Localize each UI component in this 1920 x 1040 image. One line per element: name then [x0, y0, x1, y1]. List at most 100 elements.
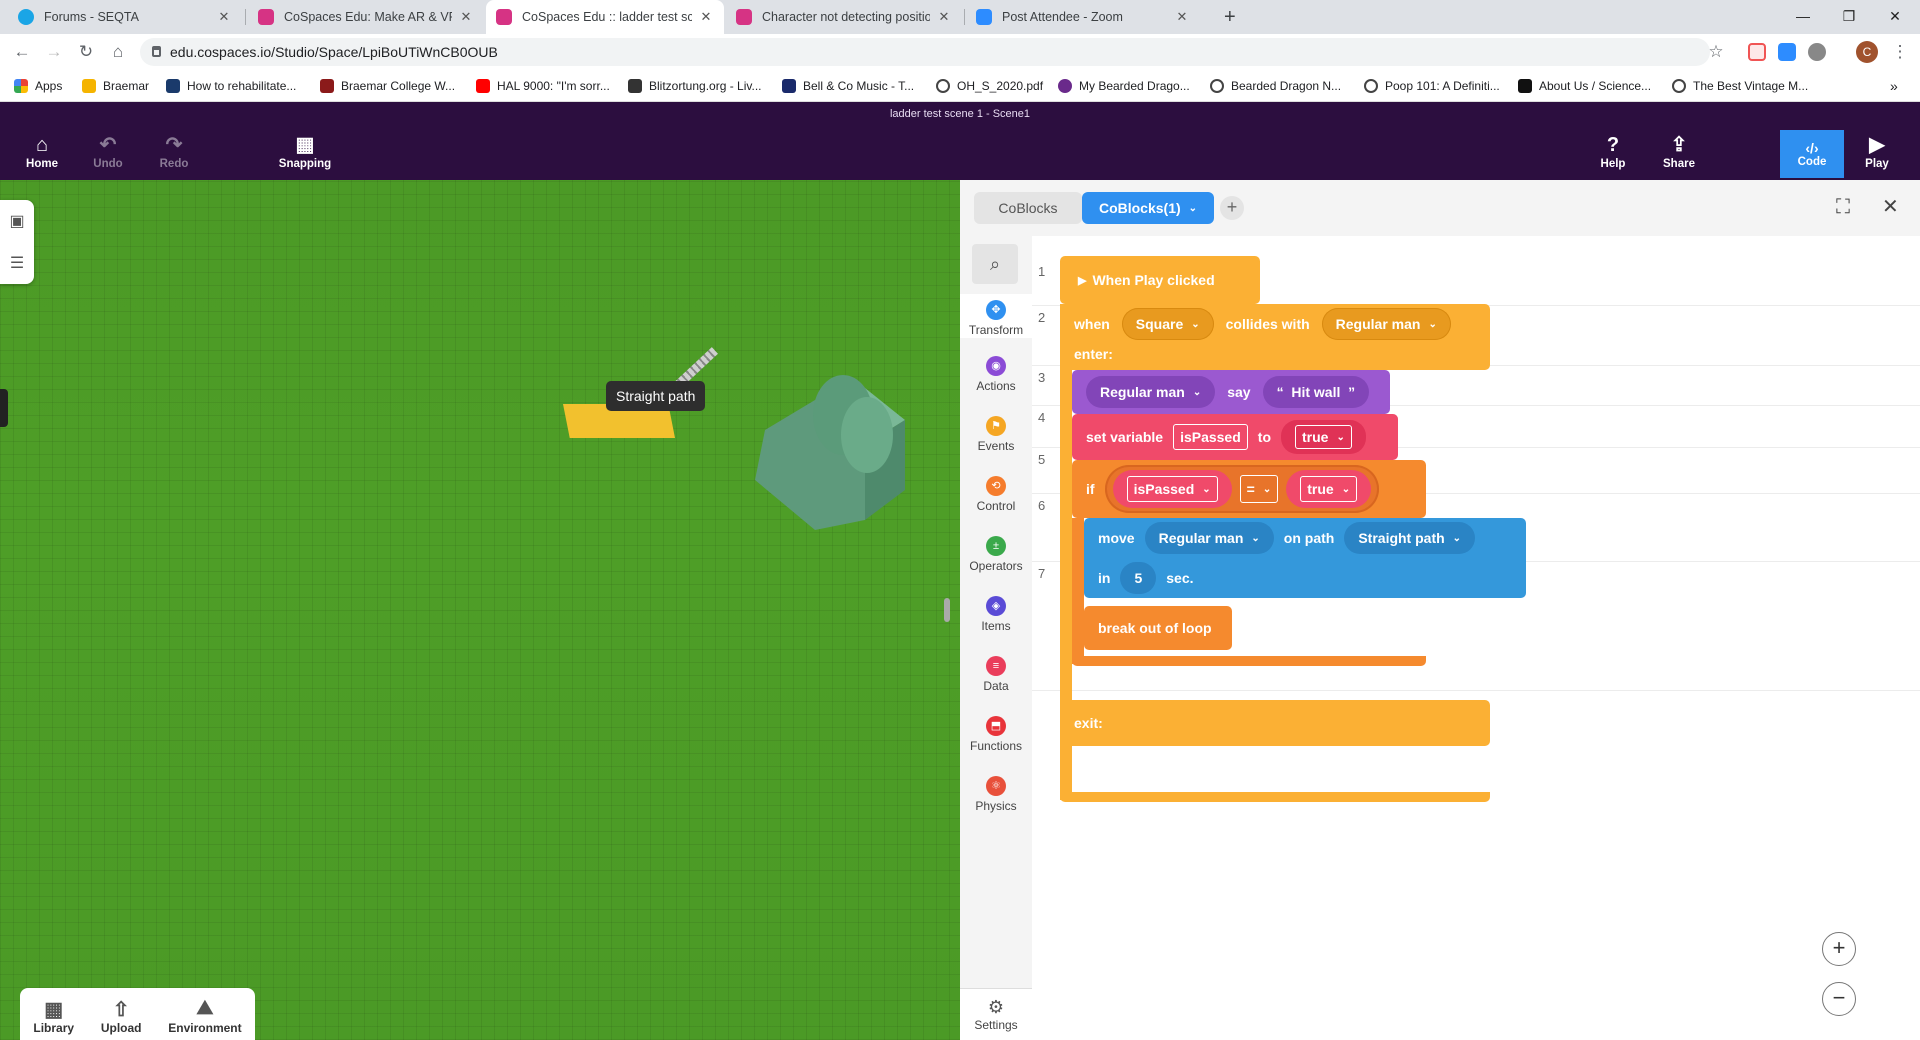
fullscreen-icon[interactable]: ⛶: [1836, 196, 1850, 219]
category-physics[interactable]: ⚛ Physics: [960, 776, 1032, 813]
environment-button[interactable]: ⛰ Environment: [168, 997, 241, 1035]
browser-tab-active[interactable]: CoSpaces Edu :: ladder test scene ✕: [486, 0, 724, 34]
home-button[interactable]: ⌂ Home: [10, 132, 74, 170]
scene-object-edge[interactable]: [0, 389, 8, 427]
close-tab-icon[interactable]: ✕: [936, 9, 952, 25]
settings-extension-icon[interactable]: [1808, 43, 1826, 61]
condition-variable-dropdown[interactable]: isPassed ⌄: [1112, 470, 1232, 508]
if-block[interactable]: if isPassed ⌄ = ⌄ true ⌄: [1072, 460, 1426, 518]
bookmark-item[interactable]: My Bearded Drago...: [1058, 77, 1190, 95]
bookmark-apps[interactable]: Apps: [14, 77, 62, 95]
bookmark-item[interactable]: How to rehabilitate...: [166, 77, 296, 95]
path-dropdown[interactable]: Straight path ⌄: [1344, 522, 1476, 554]
category-functions[interactable]: ⬒ Functions: [960, 716, 1032, 753]
panel-resize-handle[interactable]: [944, 598, 950, 622]
browser-tab[interactable]: CoSpaces Edu: Make AR & VR in ✕: [248, 0, 484, 34]
forward-icon[interactable]: →: [42, 40, 66, 64]
gallery-icon[interactable]: ▣: [0, 200, 34, 242]
regular-man-object[interactable]: [755, 370, 915, 535]
list-icon[interactable]: ☰: [0, 242, 34, 284]
category-transform[interactable]: ✥ Transform: [960, 294, 1032, 338]
bookmark-item[interactable]: Bearded Dragon N...: [1210, 77, 1341, 95]
category-events[interactable]: ⚑ Events: [960, 416, 1032, 453]
close-tab-icon[interactable]: ✕: [1174, 9, 1190, 25]
profile-avatar[interactable]: C: [1856, 41, 1878, 63]
back-icon[interactable]: ←: [10, 40, 34, 64]
upload-button[interactable]: ⇧ Upload: [101, 997, 142, 1035]
snapping-button[interactable]: ▦ Snapping: [273, 132, 337, 170]
bookmark-item[interactable]: About Us / Science...: [1518, 77, 1651, 95]
operator-dropdown[interactable]: = ⌄: [1239, 475, 1279, 503]
play-button[interactable]: ▶ Play: [1845, 132, 1909, 170]
more-bookmarks-icon[interactable]: »: [1890, 77, 1898, 95]
tab-label: CoBlocks(1): [1098, 200, 1181, 216]
minimize-icon[interactable]: —: [1780, 0, 1826, 32]
undo-button[interactable]: ↶ Undo: [76, 132, 140, 170]
bookmark-star-icon[interactable]: ☆: [1704, 40, 1728, 64]
category-data[interactable]: ≡ Data: [960, 656, 1032, 693]
extension-icon[interactable]: [1748, 43, 1766, 61]
duration-input[interactable]: 5: [1120, 562, 1157, 594]
share-button[interactable]: ⇪ Share: [1647, 132, 1711, 170]
move-on-path-block[interactable]: move Regular man ⌄ on path Straight path ⌄…: [1084, 518, 1526, 598]
new-tab-button[interactable]: +: [1214, 0, 1242, 34]
add-tab-button[interactable]: +: [1220, 196, 1244, 220]
say-item-dropdown[interactable]: Regular man ⌄: [1086, 376, 1216, 408]
close-panel-icon[interactable]: ✕: [1882, 194, 1899, 219]
redo-button[interactable]: ↷ Redo: [142, 132, 206, 170]
say-block[interactable]: Regular man ⌄ say “ Hit wall ”: [1072, 370, 1390, 414]
library-button[interactable]: ▦ Library: [33, 997, 74, 1035]
bookmark-item[interactable]: The Best Vintage M...: [1672, 77, 1808, 95]
browser-menu-icon[interactable]: ⋮: [1888, 40, 1912, 64]
collider-b-dropdown[interactable]: Regular man ⌄: [1321, 308, 1451, 340]
move-item-dropdown[interactable]: Regular man ⌄: [1144, 522, 1274, 554]
search-icon[interactable]: ⌕: [972, 244, 1018, 284]
bookmark-item[interactable]: Braemar College W...: [320, 77, 455, 95]
zoom-extension-icon[interactable]: [1778, 43, 1796, 61]
category-items[interactable]: ◈ Items: [960, 596, 1032, 633]
category-control[interactable]: ⟲ Control: [960, 476, 1032, 513]
browser-tab[interactable]: Character not detecting position ✕: [726, 0, 962, 34]
condition-expression[interactable]: isPassed ⌄ = ⌄ true ⌄: [1104, 465, 1380, 513]
variable-name-field[interactable]: isPassed: [1173, 424, 1248, 450]
close-tab-icon[interactable]: ✕: [216, 9, 232, 25]
break-out-of-loop-block[interactable]: break out of loop: [1084, 606, 1232, 650]
code-button[interactable]: ‹/› Code: [1780, 130, 1844, 178]
close-tab-icon[interactable]: ✕: [698, 9, 714, 25]
close-tab-icon[interactable]: ✕: [458, 9, 474, 25]
category-actions[interactable]: ◉ Actions: [960, 356, 1032, 393]
collider-a-dropdown[interactable]: Square ⌄: [1121, 308, 1214, 340]
bookmark-item[interactable]: OH_S_2020.pdf: [936, 77, 1043, 95]
exit-section[interactable]: exit:: [1060, 700, 1490, 746]
help-button[interactable]: ? Help: [1581, 132, 1645, 170]
collision-event-block[interactable]: when Square ⌄ collides with Regular man ⌄ …: [1060, 304, 1490, 370]
chevron-down-icon[interactable]: ⌄: [1189, 203, 1197, 214]
zoom-in-button[interactable]: +: [1822, 932, 1856, 966]
say-text-input[interactable]: “ Hit wall ”: [1262, 376, 1370, 408]
code-workspace[interactable]: 1 2 3 4 5 6 7 ▶ When Play clicked when Sq…: [1032, 236, 1920, 1040]
close-window-icon[interactable]: ✕: [1872, 0, 1918, 32]
tab-coblocks[interactable]: CoBlocks: [974, 192, 1082, 224]
bookmark-item[interactable]: Blitzortung.org - Liv...: [628, 77, 762, 95]
home-icon[interactable]: ⌂: [106, 40, 130, 64]
zoom-out-button[interactable]: −: [1822, 982, 1856, 1016]
undo-label: Undo: [93, 158, 123, 170]
browser-tab[interactable]: Post Attendee - Zoom ✕: [966, 0, 1200, 34]
category-operators[interactable]: ± Operators: [960, 536, 1032, 573]
value-dropdown[interactable]: true ⌄: [1281, 420, 1366, 454]
reload-icon[interactable]: ↻: [74, 40, 98, 64]
set-variable-block[interactable]: set variable isPassed to true ⌄: [1072, 414, 1398, 460]
bookmark-item[interactable]: HAL 9000: "I'm sorr...: [476, 77, 610, 95]
scene-viewport[interactable]: ▣ ☰ Straight path ▦ Library ⇧ Upload ⛰ E…: [0, 180, 960, 1040]
enter-label: enter:: [1074, 346, 1113, 362]
condition-value-dropdown[interactable]: true ⌄: [1286, 470, 1372, 508]
address-bar[interactable]: edu.cospaces.io/Studio/Space/LpiBoUTiWnC…: [140, 38, 1710, 66]
bookmark-item[interactable]: Poop 101: A Definiti...: [1364, 77, 1500, 95]
when-play-clicked-block[interactable]: ▶ When Play clicked: [1060, 256, 1260, 304]
tab-coblocks-1[interactable]: CoBlocks(1) ⌄: [1082, 192, 1214, 224]
restore-icon[interactable]: ❐: [1826, 0, 1872, 32]
bookmark-item[interactable]: Braemar: [82, 77, 149, 95]
settings-button[interactable]: ⚙ Settings: [960, 988, 1032, 1040]
browser-tab[interactable]: Forums - SEQTA ✕: [8, 0, 242, 34]
bookmark-item[interactable]: Bell & Co Music - T...: [782, 77, 914, 95]
